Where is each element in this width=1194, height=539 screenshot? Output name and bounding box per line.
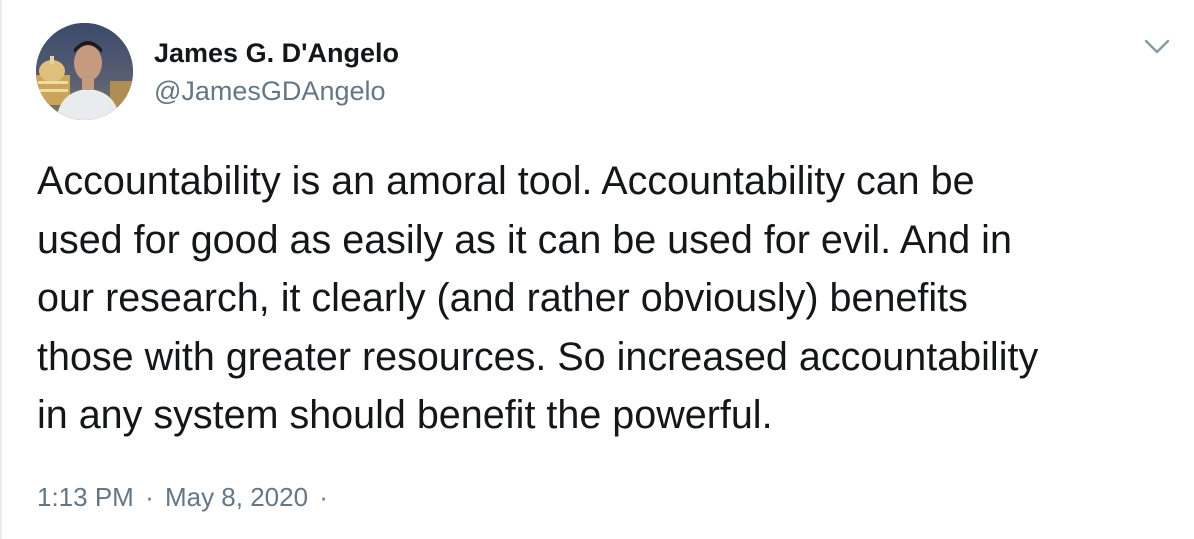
tweet-metadata: 1:13 PM · May 8, 2020 · [37, 480, 332, 514]
tweet-text-line: used for good as easily as it can be use… [37, 217, 1012, 262]
separator-dot: · [145, 482, 154, 512]
tweet-date[interactable]: May 8, 2020 [165, 482, 308, 512]
tweet-time[interactable]: 1:13 PM [37, 482, 134, 512]
tweet-text-line: those with greater resources. So increas… [37, 334, 1039, 379]
tweet-text-line: Accountability is an amoral tool. Accoun… [37, 159, 975, 203]
tweet-text: Accountability is an amoral tool. Accoun… [37, 152, 1177, 445]
separator-dot: · [319, 482, 328, 512]
tweet-menu-button[interactable] [1143, 34, 1171, 58]
tweet-card: James G. D'Angelo @JamesGDAngelo Account… [0, 0, 1194, 539]
tweet-text-line: our research, it clearly (and rather obv… [37, 276, 968, 320]
profile-photo-icon [36, 23, 133, 120]
author-handle[interactable]: @JamesGDAngelo [154, 74, 386, 108]
tweet-text-line: in any system should benefit the powerfu… [37, 393, 773, 437]
author-display-name[interactable]: James G. D'Angelo [154, 36, 399, 70]
chevron-down-icon [1144, 39, 1170, 54]
avatar[interactable] [36, 23, 133, 120]
